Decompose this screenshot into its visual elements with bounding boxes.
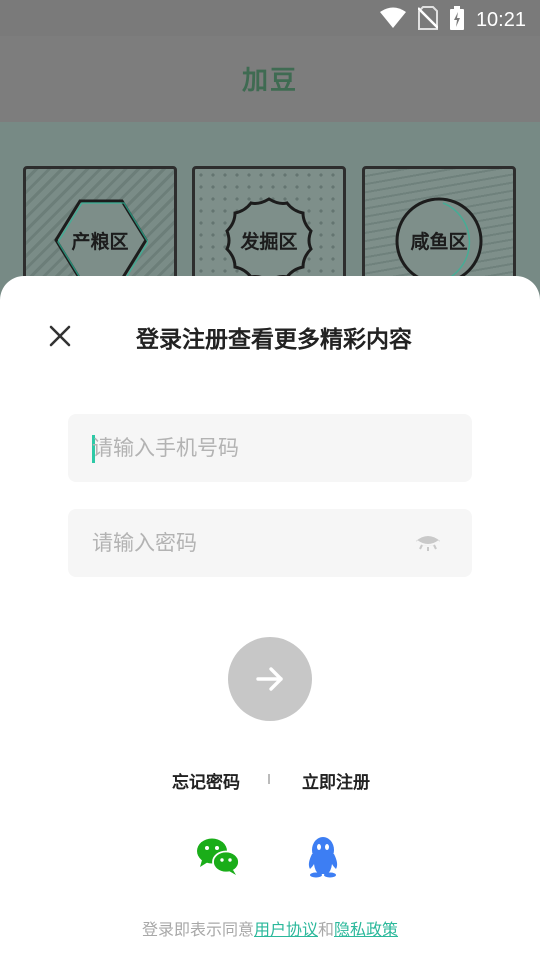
- password-field: [68, 509, 472, 577]
- agreement-prefix: 登录即表示同意: [141, 920, 254, 939]
- wavy-circle-badge: 发掘区: [221, 195, 317, 285]
- app-header: 加豆: [0, 36, 540, 122]
- wechat-icon: [197, 838, 240, 875]
- register-link[interactable]: 立即注册: [302, 768, 370, 793]
- qq-login-button[interactable]: [305, 836, 341, 878]
- agreement-text: 登录即表示同意用户协议和隐私政策: [0, 916, 540, 940]
- login-sheet: 登录注册查看更多精彩内容 忘记密码 立即注册: [0, 276, 540, 960]
- status-icons: 10:21: [379, 6, 526, 34]
- sheet-title: 登录注册查看更多精彩内容: [136, 327, 412, 353]
- arrow-right-icon: [256, 667, 283, 691]
- forgot-password-link[interactable]: 忘记密码: [172, 768, 240, 793]
- qq-icon: [308, 837, 338, 878]
- hexagon-badge: 产粮区: [52, 195, 148, 285]
- wifi-icon: [379, 7, 406, 33]
- submit-button[interactable]: [228, 637, 312, 721]
- status-bar: 10:21: [0, 0, 540, 36]
- phone-field: [68, 414, 472, 482]
- auth-links: 忘记密码 立即注册: [0, 768, 540, 793]
- agreement-joiner: 和: [318, 920, 335, 939]
- eye-closed-icon: [416, 536, 440, 551]
- wechat-login-button[interactable]: [196, 836, 240, 876]
- no-sim-icon: [417, 6, 439, 34]
- circle-badge: 咸鱼区: [391, 195, 487, 285]
- app-logo: 加豆: [241, 66, 298, 96]
- password-visibility-toggle[interactable]: [414, 531, 442, 555]
- password-input[interactable]: [92, 509, 422, 577]
- link-divider: [268, 774, 270, 784]
- privacy-policy-link[interactable]: 隐私政策: [334, 920, 398, 939]
- zone-label: 发掘区: [240, 231, 298, 253]
- status-time: 10:21: [475, 8, 526, 31]
- zone-label: 咸鱼区: [410, 231, 468, 253]
- battery-charging-icon: [449, 6, 464, 34]
- user-agreement-link[interactable]: 用户协议: [254, 920, 318, 939]
- zone-label: 产粮区: [71, 231, 129, 253]
- phone-input[interactable]: [92, 414, 422, 482]
